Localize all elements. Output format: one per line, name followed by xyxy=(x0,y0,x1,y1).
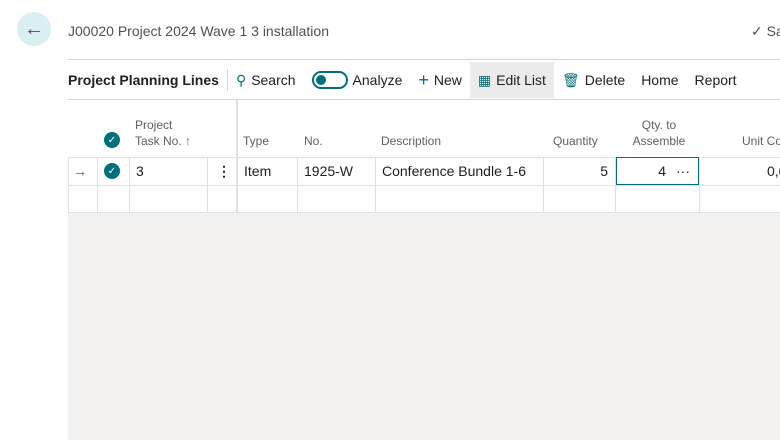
edit-list-button[interactable]: ▦ Edit List xyxy=(469,62,554,98)
toggle-icon xyxy=(311,71,348,89)
col-header-unit-cost[interactable]: Unit Cost xyxy=(742,133,780,149)
arrow-left-icon: ← xyxy=(24,17,44,40)
search-button[interactable]: ⚲ Search xyxy=(228,62,304,98)
divider xyxy=(68,212,780,213)
edit-list-icon: ▦ xyxy=(477,71,492,88)
col-header-task-no[interactable]: Project Task No. ↑ xyxy=(135,117,191,149)
select-all-checkbox[interactable]: ✓ xyxy=(104,132,120,148)
check-icon: ✓ xyxy=(107,134,117,146)
trash-icon: 🗑 xyxy=(561,71,580,88)
cell-no[interactable]: 1925-W xyxy=(304,157,353,185)
row-checkbox[interactable]: ✓ xyxy=(104,163,120,179)
home-menu[interactable]: Home xyxy=(633,62,686,98)
freeze-divider[interactable] xyxy=(236,100,238,212)
saved-status: ✓ Saved xyxy=(751,23,780,39)
cell-description[interactable]: Conference Bundle 1-6 xyxy=(382,157,526,185)
col-header-type[interactable]: Type xyxy=(243,133,269,149)
cell-unit-cost[interactable]: 0,00 xyxy=(767,157,780,185)
divider xyxy=(68,59,780,60)
delete-button[interactable]: 🗑 Delete xyxy=(554,62,633,98)
cell-quantity[interactable]: 5 xyxy=(543,157,608,185)
divider xyxy=(68,185,780,186)
check-icon: ✓ xyxy=(107,165,117,177)
col-header-quantity[interactable]: Quantity xyxy=(553,133,598,149)
new-button[interactable]: + New xyxy=(410,62,470,98)
search-icon: ⚲ xyxy=(235,71,247,88)
plus-icon: + xyxy=(418,69,429,90)
row-indicator-arrow-icon: → xyxy=(73,163,87,179)
empty-area xyxy=(68,212,780,440)
divider xyxy=(68,99,780,100)
cell-task-no[interactable]: 3 xyxy=(136,157,144,185)
cell-type[interactable]: Item xyxy=(244,157,271,185)
part-title[interactable]: Project Planning Lines xyxy=(68,69,228,91)
col-header-no[interactable]: No. xyxy=(304,133,323,149)
page-title: J00020 Project 2024 Wave 1 3 installatio… xyxy=(68,23,329,39)
more-options-icon[interactable]: ··· xyxy=(676,163,690,179)
qty-to-assemble-input[interactable]: 4 ··· xyxy=(616,157,699,185)
report-menu[interactable]: Report xyxy=(687,62,745,98)
back-button[interactable]: ← xyxy=(17,12,51,46)
analyze-toggle[interactable]: Analyze xyxy=(304,62,411,98)
toolbar: Project Planning Lines ⚲ Search Analyze +… xyxy=(68,62,745,98)
col-header-qty-to-assemble[interactable]: Qty. to Assemble xyxy=(620,117,698,149)
col-header-description[interactable]: Description xyxy=(381,133,441,149)
row-actions-icon[interactable]: ⋮ xyxy=(217,157,231,185)
